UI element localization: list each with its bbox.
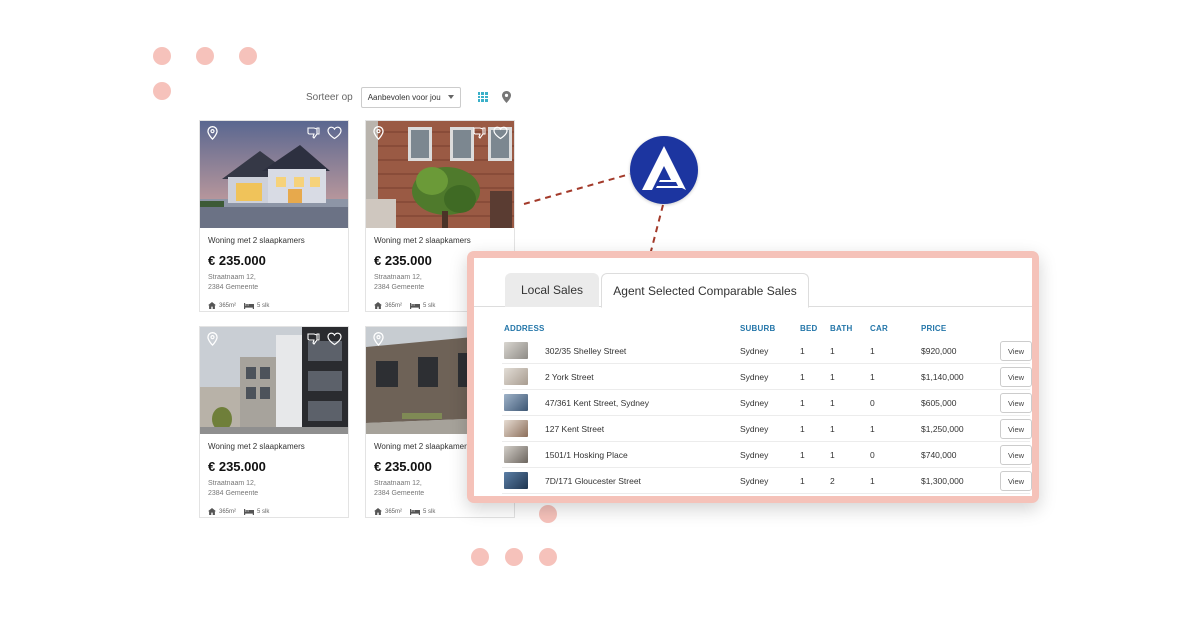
- row-car: 1: [870, 424, 875, 434]
- row-suburb: Sydney: [740, 398, 769, 408]
- column-header-car: CAR: [870, 324, 888, 333]
- row-price: $1,300,000: [921, 476, 964, 486]
- view-button[interactable]: View: [1000, 393, 1032, 413]
- row-bath: 1: [830, 424, 835, 434]
- row-address: 7D/171 Gloucester Street: [545, 476, 641, 486]
- row-bed: 1: [800, 450, 805, 460]
- row-car: 0: [870, 450, 875, 460]
- row-suburb: Sydney: [740, 372, 769, 382]
- property-thumbnail: [504, 368, 528, 385]
- row-bath: 1: [830, 398, 835, 408]
- row-car: 1: [870, 476, 875, 486]
- view-button[interactable]: View: [1000, 471, 1032, 491]
- comparable-sales-panel: Local Sales Agent Selected Comparable Sa…: [467, 251, 1039, 503]
- row-suburb: Sydney: [740, 424, 769, 434]
- view-button[interactable]: View: [1000, 367, 1032, 387]
- row-address: 1501/1 Hosking Place: [545, 450, 628, 460]
- row-address: 2 York Street: [545, 372, 594, 382]
- table-row: 47/361 Kent Street, Sydney Sydney 1 1 0 …: [502, 390, 1032, 416]
- row-car: 1: [870, 372, 875, 382]
- row-suburb: Sydney: [740, 346, 769, 356]
- row-price: $740,000: [921, 450, 957, 460]
- column-header-address: ADDRESS: [504, 324, 545, 333]
- row-bed: 1: [800, 398, 805, 408]
- row-address: 302/35 Shelley Street: [545, 346, 627, 356]
- row-suburb: Sydney: [740, 476, 769, 486]
- row-price: $920,000: [921, 346, 957, 356]
- row-bath: 1: [830, 450, 835, 460]
- row-bed: 1: [800, 476, 805, 486]
- property-thumbnail: [504, 420, 528, 437]
- view-button[interactable]: View: [1000, 445, 1032, 465]
- table-row: 127 Kent Street Sydney 1 1 1 $1,250,000 …: [502, 416, 1032, 442]
- property-thumbnail: [504, 342, 528, 359]
- view-button[interactable]: View: [1000, 419, 1032, 439]
- brand-logo: [630, 136, 698, 204]
- column-header-suburb: SUBURB: [740, 324, 776, 333]
- row-address: 127 Kent Street: [545, 424, 605, 434]
- table-row: 7D/171 Gloucester Street Sydney 1 2 1 $1…: [502, 468, 1032, 494]
- table-row: 302/35 Shelley Street Sydney 1 1 1 $920,…: [502, 338, 1032, 364]
- row-price: $1,140,000: [921, 372, 964, 382]
- row-bed: 1: [800, 346, 805, 356]
- row-bath: 1: [830, 372, 835, 382]
- row-address: 47/361 Kent Street, Sydney: [545, 398, 649, 408]
- row-car: 0: [870, 398, 875, 408]
- row-bed: 1: [800, 424, 805, 434]
- table-row: 2 York Street Sydney 1 1 1 $1,140,000 Vi…: [502, 364, 1032, 390]
- property-thumbnail: [504, 446, 528, 463]
- property-thumbnail: [504, 394, 528, 411]
- row-suburb: Sydney: [740, 450, 769, 460]
- property-thumbnail: [504, 472, 528, 489]
- tab-agent-selected-sales[interactable]: Agent Selected Comparable Sales: [601, 273, 809, 308]
- table-row: 1501/1 Hosking Place Sydney 1 1 0 $740,0…: [502, 442, 1032, 468]
- row-bed: 1: [800, 372, 805, 382]
- row-bath: 2: [830, 476, 835, 486]
- row-car: 1: [870, 346, 875, 356]
- row-price: $605,000: [921, 398, 957, 408]
- view-button[interactable]: View: [1000, 341, 1032, 361]
- column-header-bath: BATH: [830, 324, 853, 333]
- tab-bar: Local Sales Agent Selected Comparable Sa…: [474, 258, 1032, 308]
- row-bath: 1: [830, 346, 835, 356]
- column-header-bed: BED: [800, 324, 818, 333]
- tab-local-sales[interactable]: Local Sales: [505, 273, 599, 307]
- column-header-price: PRICE: [921, 324, 947, 333]
- row-price: $1,250,000: [921, 424, 964, 434]
